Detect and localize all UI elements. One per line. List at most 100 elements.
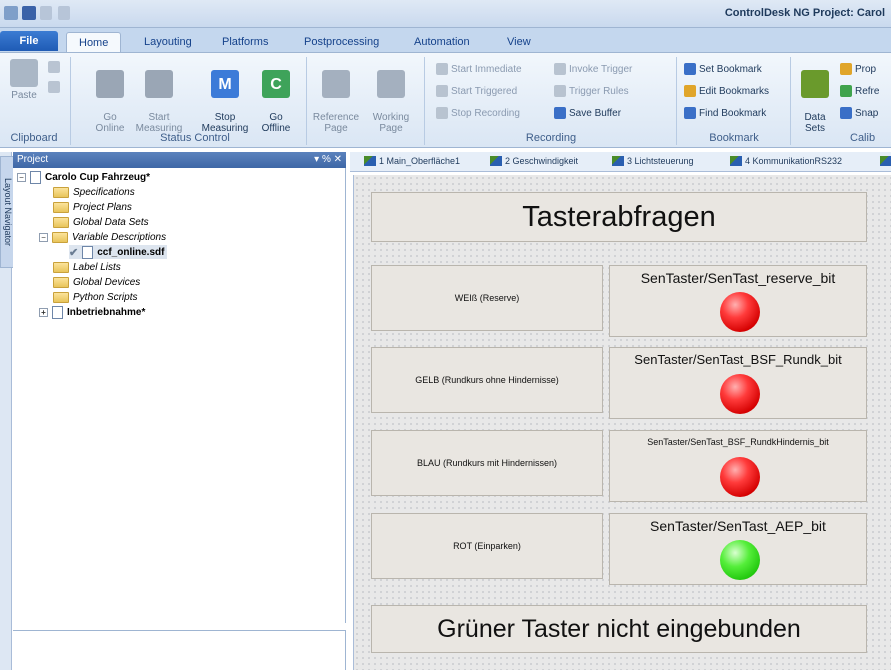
app-icon[interactable] bbox=[4, 6, 18, 20]
refresh-icon bbox=[840, 85, 852, 97]
tab-home[interactable]: Home bbox=[66, 32, 122, 53]
go-online-icon bbox=[96, 70, 124, 98]
layout-tab-lichtsteuerung[interactable]: 3 Lichtsteuerung bbox=[612, 156, 694, 166]
lamp-instrument[interactable]: SenTaster/SenTast_reserve_bit bbox=[609, 265, 867, 337]
folder-icon bbox=[53, 291, 69, 303]
stop-recording-button[interactable]: Stop Recording bbox=[436, 107, 520, 119]
working-page-icon bbox=[377, 70, 405, 98]
set-bookmark-icon bbox=[684, 63, 696, 75]
invoke-trigger-button[interactable]: Invoke Trigger bbox=[554, 63, 632, 75]
signal-label: SenTaster/SenTast_BSF_Rundk_bit bbox=[634, 352, 842, 367]
tab-postprocessing[interactable]: Postprocessing bbox=[302, 32, 381, 52]
folder-icon bbox=[53, 201, 69, 213]
layout-icon bbox=[490, 156, 502, 166]
redo-icon[interactable] bbox=[58, 6, 70, 20]
tab-platforms[interactable]: Platforms bbox=[220, 32, 270, 52]
status-lamp bbox=[720, 457, 760, 497]
find-bookmark-button[interactable]: Find Bookmark bbox=[684, 107, 766, 119]
tree-item-label-lists[interactable]: Label Lists bbox=[53, 260, 121, 274]
title-bar: ControlDesk NG Project: Carol bbox=[0, 0, 891, 28]
layout-navigator-tab[interactable]: Layout Navigator bbox=[0, 156, 14, 268]
collapse-icon[interactable]: − bbox=[17, 172, 26, 182]
undo-icon[interactable] bbox=[40, 6, 52, 20]
find-bookmark-icon bbox=[684, 107, 696, 119]
reference-page-button[interactable]: Reference Page bbox=[310, 59, 362, 145]
ribbon-separator bbox=[790, 57, 791, 145]
layout-tab-geschwindigkeit[interactable]: 2 Geschwindigkeit bbox=[490, 156, 578, 166]
cut-icon[interactable] bbox=[48, 61, 60, 73]
signal-label: SenTaster/SenTast_AEP_bit bbox=[650, 518, 826, 534]
start-immediate-icon bbox=[436, 63, 448, 75]
tree-root[interactable]: − Carolo Cup Fahrzeug* bbox=[17, 170, 150, 184]
ribbon-separator bbox=[676, 57, 677, 145]
data-sets-button[interactable]: Data Sets bbox=[796, 59, 834, 145]
tree-item-project-plans[interactable]: Project Plans bbox=[53, 200, 132, 214]
tree-item-variable-descriptions[interactable]: − Variable Descriptions bbox=[39, 230, 166, 244]
collapse-icon[interactable]: − bbox=[39, 232, 48, 242]
check-icon: ✔ bbox=[69, 246, 79, 259]
tab-automation[interactable]: Automation bbox=[412, 32, 472, 52]
trigger-rules-button[interactable]: Trigger Rules bbox=[554, 85, 629, 97]
expand-icon[interactable]: + bbox=[39, 307, 48, 317]
layout-icon[interactable] bbox=[880, 156, 891, 166]
lamp-instrument[interactable]: SenTaster/SenTast_BSF_RundkHindernis_bit bbox=[609, 430, 867, 502]
properties-button[interactable]: Prop bbox=[840, 63, 876, 75]
save-buffer-button[interactable]: Save Buffer bbox=[554, 107, 621, 119]
group-label-status-control: Status Control bbox=[160, 132, 230, 144]
project-pane-header: Project ▾ % ✕ bbox=[13, 152, 346, 168]
signal-label: SenTaster/SenTast_BSF_RundkHindernis_bit bbox=[647, 437, 829, 447]
ribbon-tab-row: File Home Layouting Platforms Postproces… bbox=[0, 28, 891, 53]
tab-layouting[interactable]: Layouting bbox=[142, 32, 194, 52]
secondary-pane bbox=[13, 630, 346, 670]
status-lamp bbox=[720, 374, 760, 414]
ribbon-separator bbox=[70, 57, 71, 145]
save-icon[interactable] bbox=[22, 6, 36, 20]
tree-item-python-scripts[interactable]: Python Scripts bbox=[53, 290, 137, 304]
tab-file[interactable]: File bbox=[0, 31, 58, 51]
sdf-file-icon bbox=[82, 245, 94, 259]
stop-recording-icon bbox=[436, 107, 448, 119]
group-label-bookmark: Bookmark bbox=[709, 132, 759, 144]
stop-measuring-icon: M bbox=[211, 70, 239, 98]
paste-button[interactable]: Paste bbox=[6, 59, 42, 101]
project-tree: − Carolo Cup Fahrzeug* Specifications Pr… bbox=[13, 168, 346, 623]
tab-view[interactable]: View bbox=[505, 32, 533, 52]
layout-navigator-strip: Layout Navigator bbox=[0, 152, 14, 670]
tree-item-inbetriebnahme[interactable]: + Inbetriebnahme* bbox=[39, 305, 145, 319]
working-page-button[interactable]: Working Page bbox=[366, 59, 416, 145]
status-lamp bbox=[720, 540, 760, 580]
tree-item-global-data-sets[interactable]: Global Data Sets bbox=[53, 215, 149, 229]
snapshot-icon bbox=[840, 107, 852, 119]
heading-panel: Tasterabfragen bbox=[371, 192, 867, 242]
start-immediate-button[interactable]: Start Immediate bbox=[436, 63, 522, 75]
set-bookmark-button[interactable]: Set Bookmark bbox=[684, 63, 762, 75]
copy-icon[interactable] bbox=[48, 81, 60, 93]
button-label-panel: BLAU (Rundkurs mit Hindernissen) bbox=[371, 430, 603, 496]
lamp-instrument[interactable]: SenTaster/SenTast_AEP_bit bbox=[609, 513, 867, 585]
edit-bookmarks-button[interactable]: Edit Bookmarks bbox=[684, 85, 769, 97]
snapshot-button[interactable]: Snap bbox=[840, 107, 878, 119]
folder-icon bbox=[53, 276, 69, 288]
tree-item-ccf-online-sdf[interactable]: ✔ ccf_online.sdf bbox=[69, 245, 168, 259]
layout-icon bbox=[612, 156, 624, 166]
save-buffer-icon bbox=[554, 107, 566, 119]
lamp-instrument[interactable]: SenTaster/SenTast_BSF_Rundk_bit bbox=[609, 347, 867, 419]
invoke-trigger-icon bbox=[554, 63, 566, 75]
start-measuring-icon bbox=[145, 70, 173, 98]
layout-tab-main[interactable]: 1 Main_Oberfläche1 bbox=[364, 156, 460, 166]
project-pane-title: Project bbox=[17, 154, 49, 165]
tree-item-global-devices[interactable]: Global Devices bbox=[53, 275, 140, 289]
edit-bookmarks-icon bbox=[684, 85, 696, 97]
pane-controls[interactable]: ▾ % ✕ bbox=[314, 154, 342, 165]
start-triggered-button[interactable]: Start Triggered bbox=[436, 85, 517, 97]
button-label-panel: ROT (Einparken) bbox=[371, 513, 603, 579]
folder-icon bbox=[53, 216, 69, 228]
group-label-clipboard: Clipboard bbox=[10, 132, 58, 144]
layout-tab-kommunikation[interactable]: 4 KommunikationRS232 bbox=[730, 156, 842, 166]
footer-note-panel: Grüner Taster nicht eingebunden bbox=[371, 605, 867, 653]
project-icon bbox=[30, 170, 41, 184]
tree-item-specifications[interactable]: Specifications bbox=[53, 185, 135, 199]
refresh-button[interactable]: Refre bbox=[840, 85, 879, 97]
go-offline-icon: C bbox=[262, 70, 290, 98]
button-label-panel: WEIß (Reserve) bbox=[371, 265, 603, 331]
